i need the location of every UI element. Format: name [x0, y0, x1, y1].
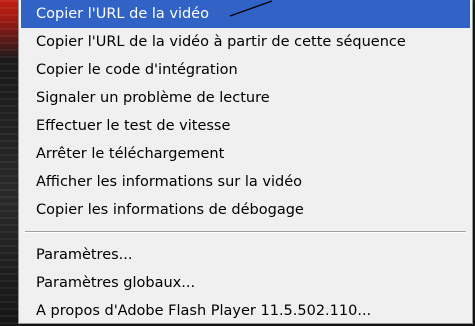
menu-item-speed-test[interactable]: Effectuer le test de vitesse: [21, 112, 470, 140]
menu-item-show-video-info[interactable]: Afficher les informations sur la vidéo: [21, 168, 470, 196]
menu-item-stop-download[interactable]: Arrêter le téléchargement: [21, 140, 470, 168]
flash-context-menu: Copier l'URL de la vidéo Copier l'URL de…: [18, 0, 473, 324]
menu-item-copy-video-url-at-time[interactable]: Copier l'URL de la vidéo à partir de cet…: [21, 28, 470, 56]
menu-item-settings[interactable]: Paramètres...: [21, 241, 470, 269]
menu-item-global-settings[interactable]: Paramètres globaux...: [21, 269, 470, 297]
menu-item-copy-debug-info[interactable]: Copier les informations de débogage: [21, 196, 470, 224]
menu-item-report-playback-issue[interactable]: Signaler un problème de lecture: [21, 84, 470, 112]
menu-item-copy-video-url[interactable]: Copier l'URL de la vidéo: [21, 0, 470, 28]
video-player-edge: [0, 0, 18, 326]
menu-item-list: Copier l'URL de la vidéo Copier l'URL de…: [21, 0, 470, 325]
menu-item-copy-embed-code[interactable]: Copier le code d'intégration: [21, 56, 470, 84]
menu-separator: [25, 231, 466, 233]
menu-item-about-flash-player[interactable]: A propos d'Adobe Flash Player 11.5.502.1…: [21, 297, 470, 325]
